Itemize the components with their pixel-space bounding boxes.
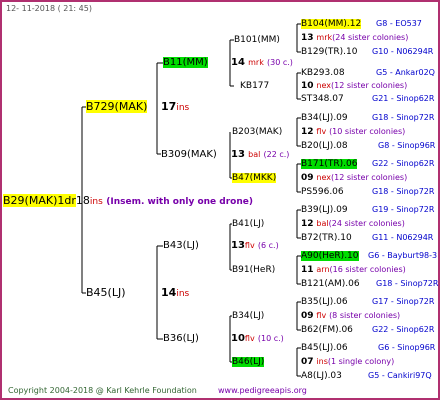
gen4-6-top-id: G6 - Bayburt98-3 bbox=[368, 251, 438, 260]
gen2-1-code: B11(MM) bbox=[163, 57, 208, 68]
gen4-8-bot-id: G5 - Cankiri97Q bbox=[368, 371, 432, 380]
gen3-4-code: B47(MKK) bbox=[232, 173, 277, 183]
gen2-3-code: B43(LJ) bbox=[163, 240, 199, 251]
gen4-3-mid: 12 flv (10 sister colonies) bbox=[301, 127, 406, 137]
gen4-3-top-id: G18 - Sinop72R bbox=[372, 113, 435, 122]
root-num: 18 bbox=[75, 194, 90, 207]
gen4-4-bot-id: G18 - Sinop72R bbox=[372, 187, 435, 196]
pedigree-frame: 12- 11-2018 ( 21: 45) B29(MAK)1dr18ins (… bbox=[0, 0, 440, 400]
gen4-1-bot-id: G10 - N06294R bbox=[372, 47, 434, 56]
gen2-4-code: B36(LJ) bbox=[163, 333, 199, 344]
gen4-8-top-id: G6 - Sinop96R bbox=[378, 343, 436, 352]
gen1-bottom-code: B45(LJ) bbox=[86, 286, 126, 299]
gen2-2-score: 13 bal (22 c.) bbox=[231, 149, 290, 160]
gen3-8-code: B46(LJ) bbox=[232, 357, 265, 367]
gen4-6-top: A90(HeR).10 bbox=[301, 251, 359, 261]
gen4-1-bot: B129(TR).10 bbox=[301, 47, 358, 57]
gen4-8-top: B45(LJ).06 bbox=[301, 343, 348, 353]
gen4-8-bot: A8(LJ).03 bbox=[301, 371, 342, 381]
gen2-1-score: 14 mrk (30 c.) bbox=[231, 57, 293, 68]
root-entry: B29(MAK)1dr18ins (Insem. with only one d… bbox=[3, 194, 253, 209]
gen4-4-top: B171(TR).06 bbox=[301, 159, 358, 169]
gen4-5-bot: B72(TR).10 bbox=[301, 233, 352, 243]
gen4-7-mid: 09 flv (8 sister colonies) bbox=[301, 311, 401, 321]
gen4-7-top: B35(LJ).06 bbox=[301, 297, 348, 307]
gen2-4-score: 10flv (10 c.) bbox=[231, 333, 284, 344]
gen4-1-mid: 13 mrk(24 sister colonies) bbox=[301, 33, 409, 43]
gen4-3-bot: B20(LJ).08 bbox=[301, 141, 348, 151]
gen4-2-top-id: G5 - Ankar02Q bbox=[376, 68, 435, 77]
root-code: B29(MAK)1dr bbox=[3, 194, 76, 207]
gen4-6-bot: B121(AM).06 bbox=[301, 279, 360, 289]
root-unit: ins bbox=[89, 197, 103, 207]
gen3-7-code: B34(LJ) bbox=[232, 311, 265, 321]
gen1-top-score: 17ins bbox=[161, 100, 190, 114]
gen4-5-mid: 12 bal(24 sister colonies) bbox=[301, 219, 405, 229]
root-note: (Insem. with only one drone) bbox=[106, 197, 253, 207]
gen4-5-top-id: G19 - Sinop72R bbox=[372, 205, 435, 214]
gen3-1-code: B101(MM) bbox=[234, 35, 280, 45]
gen4-7-bot-id: G22 - Sinop62R bbox=[372, 325, 435, 334]
gen4-5-top: B39(LJ).09 bbox=[301, 205, 348, 215]
gen4-1-top: B104(MM).12 bbox=[301, 19, 362, 29]
gen4-8-mid: 07 ins(1 single colony) bbox=[301, 357, 395, 367]
gen3-3-code: B203(MAK) bbox=[232, 127, 283, 137]
gen4-4-bot: PS596.06 bbox=[301, 187, 344, 197]
gen4-7-top-id: G17 - Sinop72R bbox=[372, 297, 435, 306]
gen4-3-top: B34(LJ).09 bbox=[301, 113, 348, 123]
gen4-4-top-id: G22 - Sinop62R bbox=[372, 159, 435, 168]
gen4-3-bot-id: G8 - Sinop96R bbox=[378, 141, 436, 150]
gen2-2-code: B309(MAK) bbox=[161, 149, 217, 160]
gen4-2-bot: ST348.07 bbox=[301, 94, 344, 104]
gen3-6-code: B91(HeR) bbox=[232, 265, 276, 275]
gen4-7-bot: B62(FM).06 bbox=[301, 325, 353, 335]
gen4-2-top: KB293.08 bbox=[301, 68, 345, 78]
gen4-6-bot-id: G18 - Sinop72R bbox=[376, 279, 439, 288]
gen4-2-bot-id: G21 - Sinop62R bbox=[372, 94, 435, 103]
gen1-bottom-score: 14ins bbox=[161, 286, 190, 300]
gen4-6-mid: 11 arn(16 sister colonies) bbox=[301, 265, 406, 275]
site-url[interactable]: www.pedigreeapis.org bbox=[218, 385, 307, 397]
gen3-2-code: KB177 bbox=[240, 81, 270, 91]
gen4-1-top-id: G8 - EO537 bbox=[376, 19, 422, 28]
gen1-top-code: B729(MAK) bbox=[86, 100, 148, 113]
gen4-2-mid: 10 nex(12 sister colonies) bbox=[301, 81, 408, 91]
gen4-4-mid: 09 nex(12 sister colonies) bbox=[301, 173, 408, 183]
gen3-5-code: B41(LJ) bbox=[232, 219, 265, 229]
gen4-5-bot-id: G11 - N06294R bbox=[372, 233, 434, 242]
gen2-3-score: 13flv (6 c.) bbox=[231, 240, 279, 251]
copyright-text: Copyright 2004-2018 @ Karl Kehrle Founda… bbox=[8, 386, 197, 395]
